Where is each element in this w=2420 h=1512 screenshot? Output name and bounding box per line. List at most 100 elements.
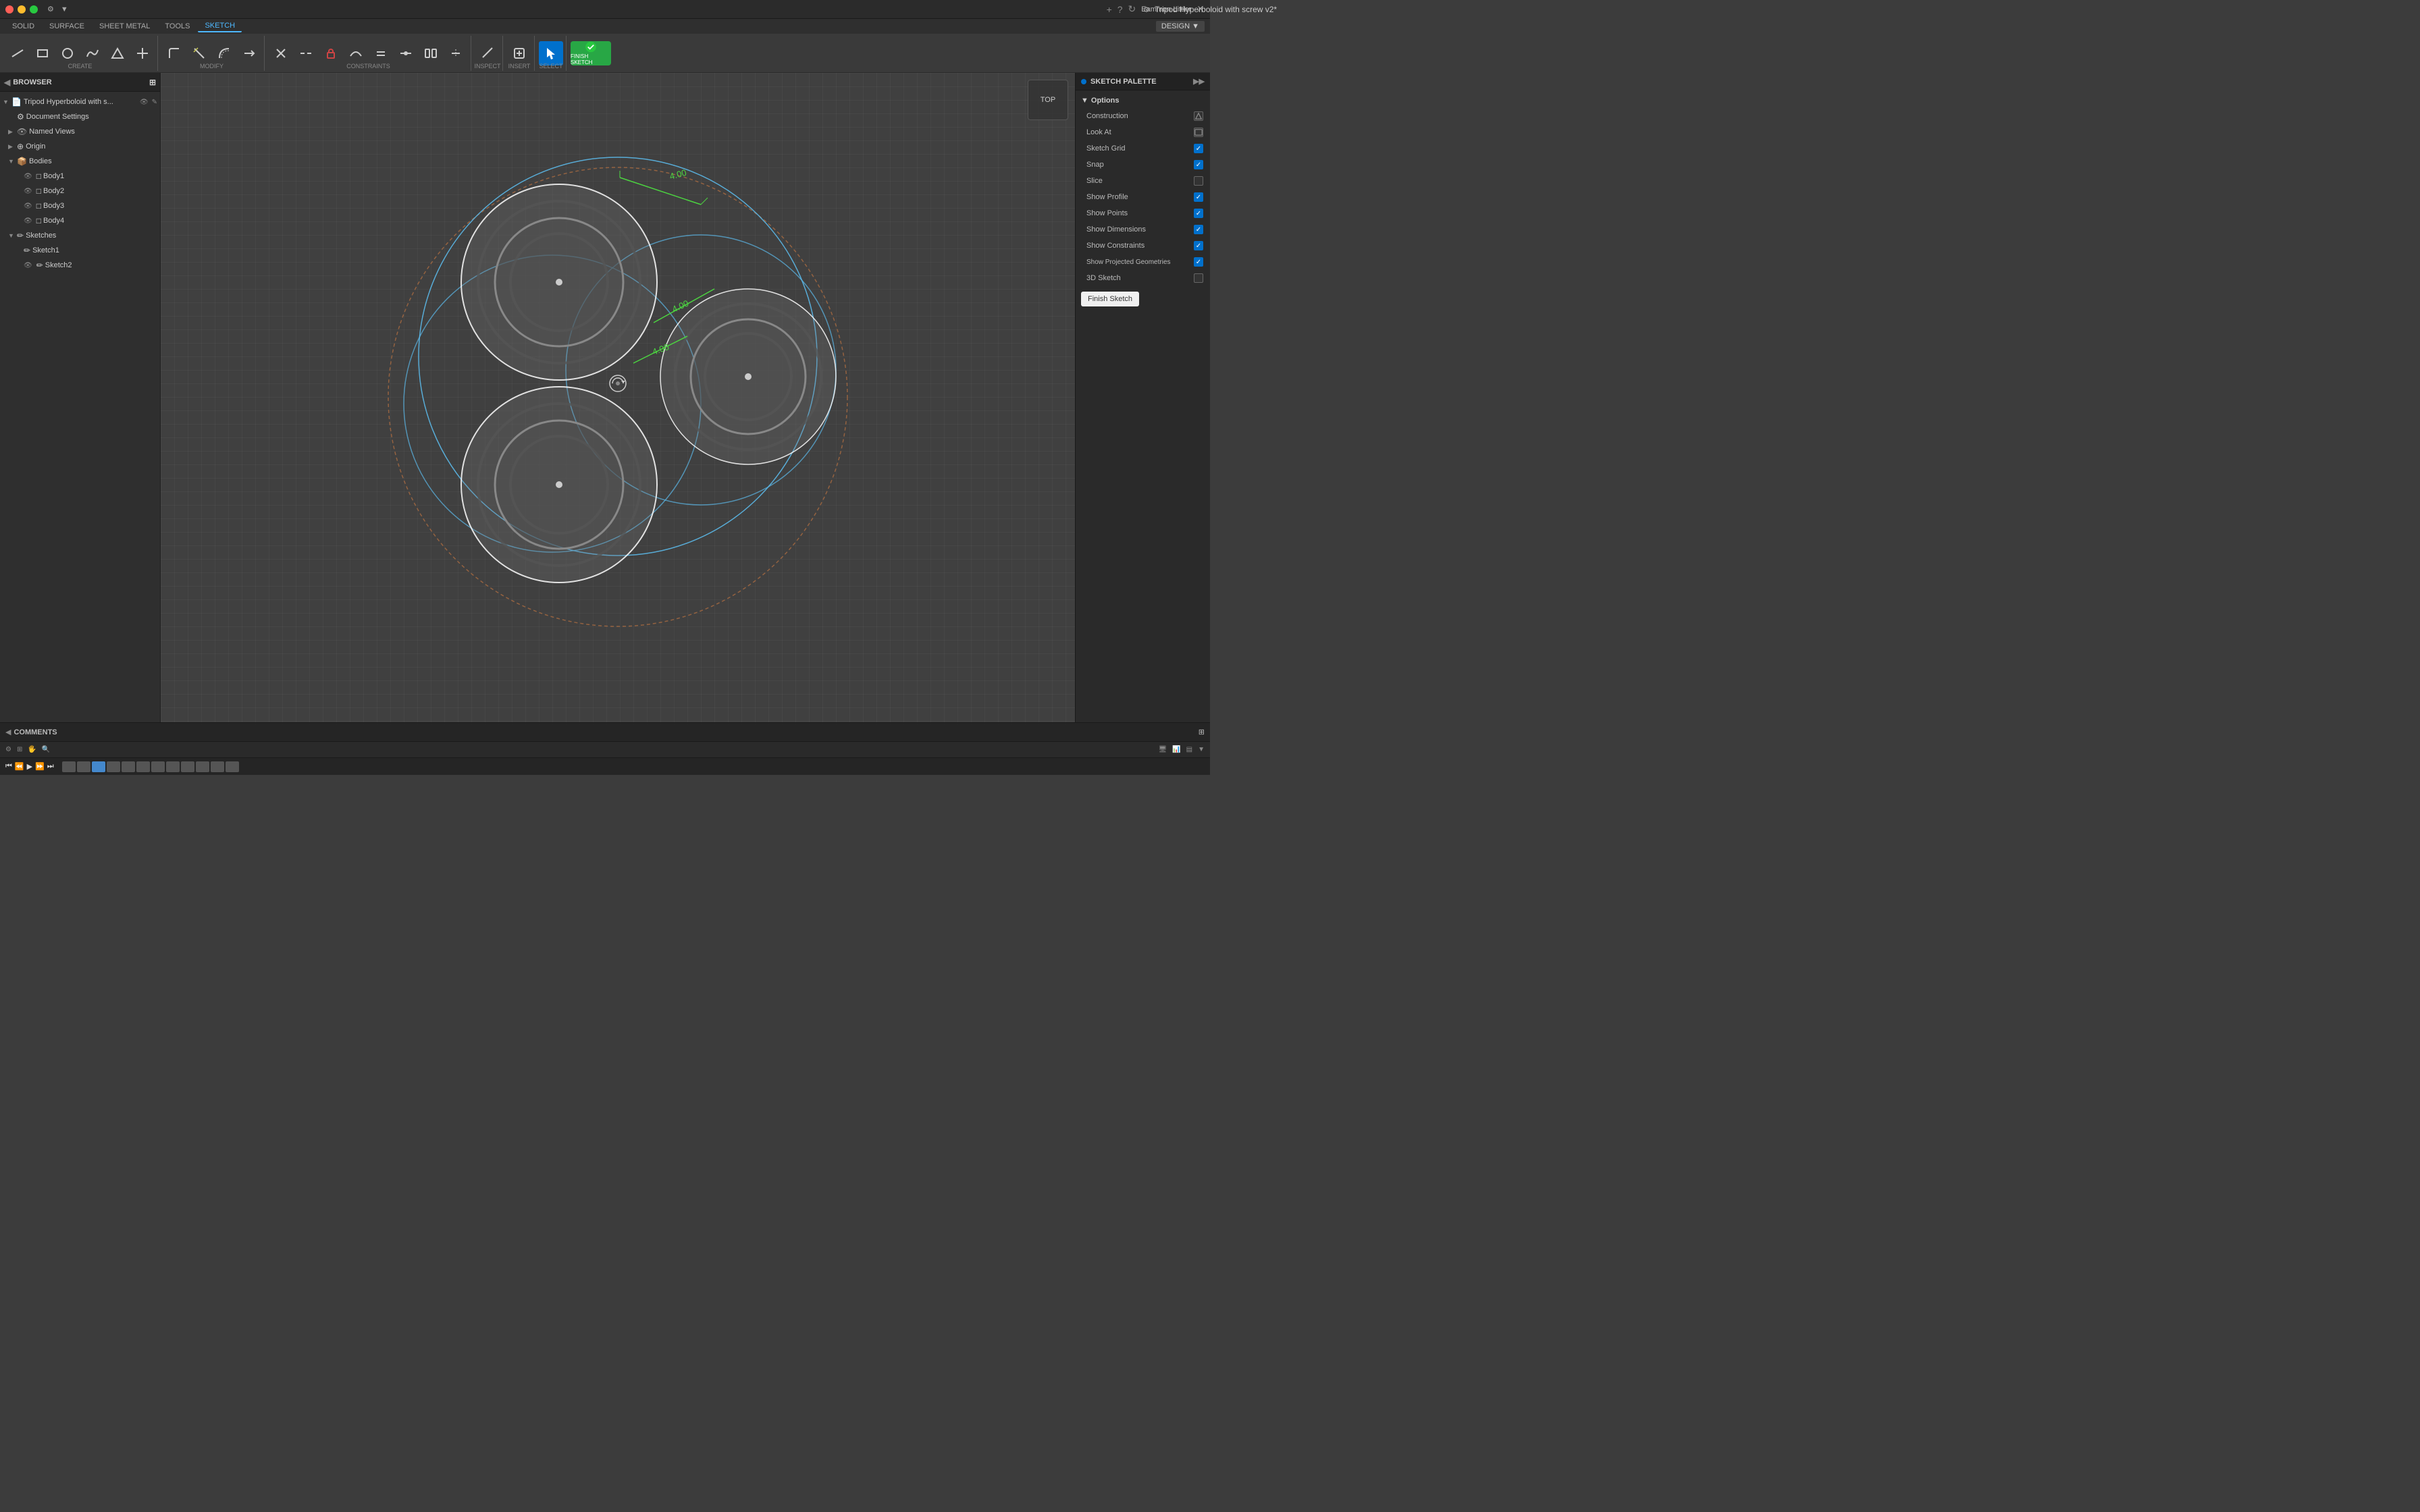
sync-icon[interactable]: ↻ [1128,3,1136,15]
add-tab-icon[interactable]: + [1107,4,1112,15]
tool-spline[interactable] [80,41,105,65]
tool-extend[interactable] [237,41,261,65]
sidebar-item-sketches[interactable]: ▼ ✏ Sketches [0,228,160,243]
tool-tangent[interactable] [344,41,368,65]
play-start[interactable]: ⏮ [5,762,12,771]
sidebar-item-body3[interactable]: 👁 □ Body3 [0,198,160,213]
construction-checkbox[interactable] [1194,111,1203,121]
browser-collapse-icon[interactable]: ◀ [4,78,10,87]
palette-section-options[interactable]: ▼ Options [1076,93,1210,108]
statusbar-pan[interactable]: 🖐 [28,746,36,753]
3d-sketch-checkbox[interactable] [1194,273,1203,283]
tool-collinear[interactable] [294,41,318,65]
sidebar-item-body2[interactable]: 👁 □ Body2 [0,184,160,198]
timeline-item-3[interactable] [92,761,105,772]
timeline-item-9[interactable] [181,761,194,772]
tool-cross[interactable] [130,41,155,65]
timeline-item-4[interactable] [107,761,120,772]
body4-eye[interactable]: 👁 [24,217,32,225]
tab-surface[interactable]: SURFACE [43,21,91,32]
play-next[interactable]: ⏩ [35,762,45,771]
sidebar-item-root[interactable]: ▼ 📄 Tripod Hyperboloid with s... 👁 ✎ [0,94,160,109]
sidebar-item-body1[interactable]: 👁 □ Body1 [0,169,160,184]
show-constraints-checkbox[interactable] [1194,241,1203,250]
comments-expand-icon[interactable]: ⊞ [1199,728,1205,736]
statusbar-chart[interactable]: 📊 [1172,746,1180,753]
timeline-item-1[interactable] [62,761,76,772]
tool-insert[interactable] [507,41,531,65]
close-button[interactable] [5,5,14,14]
tool-offset[interactable] [212,41,236,65]
sketch2-label: Sketch2 [45,261,72,269]
show-profile-checkbox[interactable] [1194,192,1203,202]
root-visibility[interactable]: 👁 [140,99,149,106]
timeline-item-6[interactable] [136,761,150,772]
view-cube[interactable]: TOP [1028,80,1068,120]
canvas[interactable]: 4.00 4.00 4.00 TOP [161,73,1075,722]
body3-eye[interactable]: 👁 [24,202,32,210]
statusbar-display[interactable]: 🖥 [1158,746,1167,753]
tab-tools[interactable]: TOOLS [158,21,196,32]
tool-symmetry[interactable] [419,41,443,65]
tool-triangle[interactable] [105,41,130,65]
play-prev[interactable]: ⏪ [15,762,24,771]
tool-rectangle[interactable] [30,41,55,65]
statusbar-more[interactable]: ▼ [1198,746,1205,753]
tool-trim[interactable] [187,41,211,65]
timeline-item-2[interactable] [77,761,90,772]
maximize-button[interactable] [30,5,38,14]
design-dropdown[interactable]: DESIGN ▼ [1156,21,1205,32]
timeline-item-11[interactable] [211,761,224,772]
tool-coincident[interactable] [269,41,293,65]
sidebar-item-doc-settings[interactable]: ⚙ Document Settings [0,109,160,124]
snap-checkbox[interactable] [1194,160,1203,169]
tab-sheet-metal[interactable]: SHEET METAL [93,21,157,32]
tool-midpoint[interactable] [394,41,418,65]
timeline-item-5[interactable] [122,761,135,772]
timeline-item-8[interactable] [166,761,180,772]
tool-line[interactable] [5,41,30,65]
sidebar-item-body4[interactable]: 👁 □ Body4 [0,213,160,228]
sidebar-item-sketch2[interactable]: 👁 ✏ Sketch2 [0,258,160,273]
sidebar-item-named-views[interactable]: ▶ 👁 Named Views [0,124,160,139]
tool-fix[interactable] [444,41,468,65]
statusbar-zoom[interactable]: 🔍 [42,746,50,753]
root-edit-icon[interactable]: ✎ [152,99,157,106]
browser-expand-icon[interactable]: ⊞ [149,78,156,87]
tab-solid[interactable]: SOLID [5,21,41,32]
tool-equal[interactable] [369,41,393,65]
sidebar-item-bodies[interactable]: ▼ 📦 Bodies [0,154,160,169]
play-end[interactable]: ⏭ [47,762,54,771]
body2-eye[interactable]: 👁 [24,188,32,195]
sidebar-item-sketch1[interactable]: ✏ Sketch1 [0,243,160,258]
look-at-btn[interactable] [1194,128,1203,137]
tab-sketch[interactable]: SKETCH [198,20,242,32]
minimize-button[interactable] [18,5,26,14]
file-menu[interactable]: ▼ [61,5,68,14]
tool-select[interactable] [539,41,563,65]
sidebar-item-origin[interactable]: ▶ ⊕ Origin [0,139,160,154]
tool-lock[interactable] [319,41,343,65]
statusbar-layers[interactable]: ▤ [1186,746,1192,753]
sketch-grid-checkbox[interactable] [1194,144,1203,153]
tool-measure[interactable] [475,41,500,65]
palette-expand-icon[interactable]: ▶▶ [1193,77,1205,86]
timeline-item-12[interactable] [226,761,239,772]
show-points-checkbox[interactable] [1194,209,1203,218]
comments-collapse[interactable]: ◀ [5,728,11,736]
help-icon[interactable]: ? [1117,4,1123,15]
timeline-item-10[interactable] [196,761,209,772]
sketch2-eye[interactable]: 👁 [24,262,32,269]
play-play[interactable]: ▶ [27,762,32,771]
timeline-item-7[interactable] [151,761,165,772]
slice-checkbox[interactable] [1194,176,1203,186]
statusbar-settings[interactable]: ⚙ [5,746,11,753]
finish-sketch-toolbar-btn[interactable]: FINISH SKETCH [571,41,611,65]
tool-circle[interactable] [55,41,80,65]
show-dimensions-checkbox[interactable] [1194,225,1203,234]
tool-fillet[interactable] [162,41,186,65]
finish-sketch-palette-btn[interactable]: Finish Sketch [1081,292,1139,306]
body1-eye[interactable]: 👁 [24,173,32,180]
show-projected-checkbox[interactable] [1194,257,1203,267]
statusbar-grid[interactable]: ⊞ [17,746,22,753]
